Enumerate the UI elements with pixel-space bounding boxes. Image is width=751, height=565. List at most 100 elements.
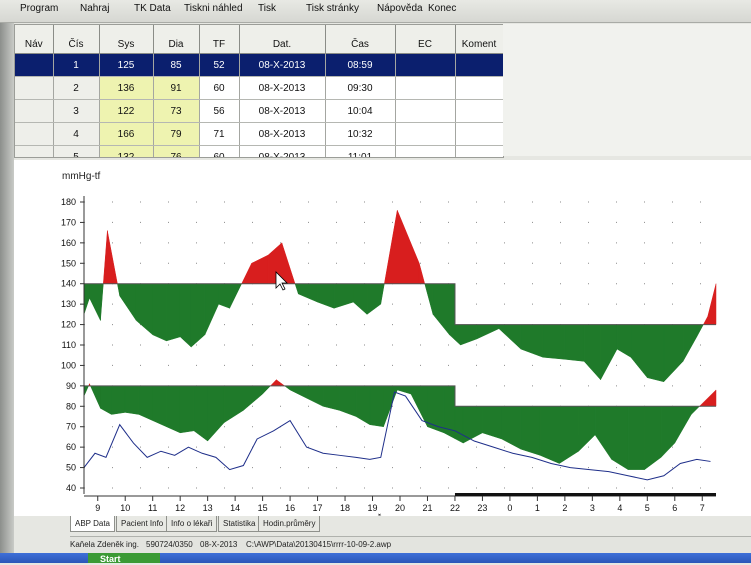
- y-tick-label: 50: [66, 463, 76, 473]
- diastolic-area: [340, 386, 356, 417]
- diastolic-area: [612, 406, 628, 469]
- status-file-path: C:\AWP\Data\20130415\rrrr-10-09-2.awp: [246, 540, 391, 549]
- tab-hodin-prumery[interactable]: Hodin.průměry: [258, 516, 320, 532]
- systolic-area: [298, 284, 317, 302]
- systolic-area: [230, 284, 242, 309]
- systolic-area: [84, 284, 89, 315]
- systolic-area: [703, 316, 707, 324]
- systolic-area: [205, 284, 219, 335]
- x-tick-label: 21: [422, 503, 432, 513]
- diastolic-area: [521, 406, 540, 455]
- x-tick-label: 18: [340, 503, 350, 513]
- systolic-area: [708, 284, 716, 325]
- systolic-area: [107, 231, 117, 284]
- systolic-area: [282, 243, 295, 284]
- diastolic-area: [270, 380, 276, 386]
- y-tick-label: 150: [61, 258, 76, 268]
- systolic-area: [460, 325, 476, 345]
- systolic-area: [117, 284, 119, 296]
- diastolic-area: [691, 406, 699, 414]
- x-tick-label: 2: [562, 503, 567, 513]
- tab-statistika[interactable]: Statistika: [218, 516, 260, 532]
- x-tick-label: 10: [120, 503, 130, 513]
- y-tick-label: 140: [61, 279, 76, 289]
- systolic-area: [103, 231, 107, 284]
- systolic-area: [136, 284, 152, 335]
- diastolic-area: [645, 406, 661, 469]
- systolic-area: [191, 284, 205, 347]
- diastolic-area: [463, 406, 482, 443]
- systolic-area: [449, 284, 454, 340]
- status-patient-id: 590724/0350: [146, 540, 193, 549]
- systolic-area: [384, 210, 397, 284]
- diastolic-area: [208, 386, 224, 441]
- y-tick-label: 180: [61, 197, 76, 207]
- diastolic-area: [323, 386, 339, 411]
- tab-pacient-info[interactable]: Pacient Info: [116, 516, 168, 532]
- status-date: 08-X-2013: [200, 540, 237, 549]
- systolic-area: [683, 325, 697, 362]
- tab-abp-data[interactable]: ABP Data: [70, 516, 115, 532]
- systolic-area: [455, 325, 460, 345]
- diastolic-area: [263, 386, 271, 394]
- systolic-area: [252, 255, 268, 284]
- systolic-area: [419, 263, 424, 283]
- y-tick-label: 160: [61, 238, 76, 248]
- y-tick-label: 100: [61, 360, 76, 370]
- y-tick-label: 110: [62, 340, 76, 350]
- chart-axes: 4050607080901001101201301401501601701809…: [61, 196, 716, 516]
- systolic-area: [617, 325, 631, 358]
- diastolic-area: [579, 406, 595, 451]
- systolic-area: [153, 284, 167, 341]
- diastolic-area: [356, 386, 370, 425]
- y-tick-label: 90: [66, 381, 76, 391]
- night-period-bar: [455, 493, 716, 496]
- start-button[interactable]: Start: [88, 553, 160, 563]
- systolic-area: [295, 284, 298, 294]
- x-tick-label: 0: [507, 503, 512, 513]
- x-tick-label: 20: [395, 503, 405, 513]
- status-patient-name: Kaňela Zdeněk ing.: [70, 540, 139, 549]
- systolic-area: [166, 284, 180, 341]
- systolic-area: [631, 325, 647, 378]
- diastolic-area: [290, 386, 306, 398]
- diastolic-area: [628, 406, 644, 469]
- diastolic-area: [502, 406, 521, 449]
- diastolic-area: [90, 386, 100, 408]
- diastolic-area: [307, 386, 323, 406]
- diastolic-area: [100, 386, 111, 415]
- systolic-area: [367, 284, 381, 315]
- systolic-area: [601, 325, 617, 380]
- diastolic-area: [661, 406, 675, 457]
- diastolic-area: [455, 406, 463, 443]
- diastolic-area: [111, 386, 125, 415]
- diastolic-area: [411, 386, 427, 427]
- systolic-area: [433, 284, 449, 335]
- x-tick-label: 23: [477, 503, 487, 513]
- x-tick-label: 5: [645, 503, 650, 513]
- diastolic-area: [595, 406, 611, 459]
- diastolic-area: [125, 386, 139, 415]
- x-axis-label: Čas: [376, 514, 393, 516]
- x-tick-label: 6: [672, 503, 677, 513]
- diastolic-area: [700, 390, 716, 406]
- x-tick-label: 1: [535, 503, 540, 513]
- systolic-area: [120, 284, 136, 321]
- y-tick-label: 130: [61, 299, 76, 309]
- systolic-area: [353, 284, 367, 315]
- systolic-area: [242, 263, 252, 283]
- diastolic-area: [540, 406, 559, 463]
- x-tick-label: 15: [258, 503, 268, 513]
- diastolic-area: [166, 386, 180, 433]
- systolic-area: [499, 325, 521, 350]
- blood-pressure-chart: 4050607080901001101201301401501601701809…: [0, 0, 751, 516]
- y-tick-label: 60: [66, 442, 76, 452]
- y-tick-label: 120: [61, 320, 76, 330]
- diastolic-area: [224, 386, 243, 423]
- x-tick-label: 17: [313, 503, 323, 513]
- x-tick-label: 12: [175, 503, 185, 513]
- x-tick-label: 4: [617, 503, 622, 513]
- tab-info-o-lekari[interactable]: Info o lékaři: [166, 516, 217, 532]
- systolic-area: [381, 284, 385, 304]
- systolic-area: [334, 284, 353, 309]
